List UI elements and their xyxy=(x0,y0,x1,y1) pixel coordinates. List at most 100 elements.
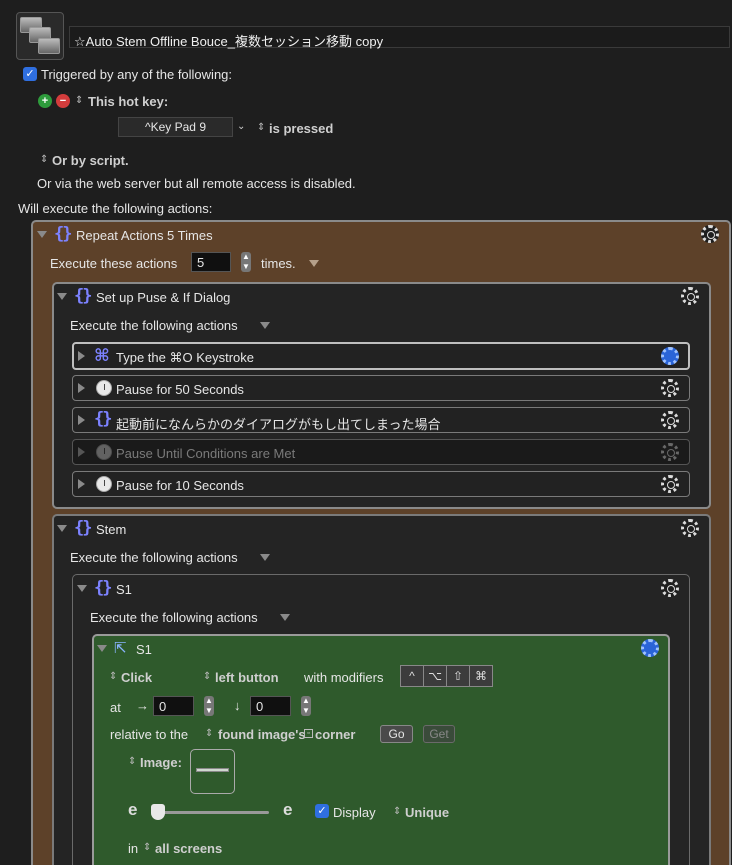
gear-icon[interactable] xyxy=(661,579,679,597)
repeat-count-field[interactable]: 5 xyxy=(191,252,231,272)
display-checkbox[interactable]: ✓ xyxy=(315,804,329,818)
popup-arrow-icon[interactable] xyxy=(280,614,290,621)
screens-stepper-icon[interactable]: ⇕ xyxy=(143,842,151,853)
item-label: Type the ⌘O Keystroke xyxy=(116,350,255,365)
button-stepper-icon[interactable]: ⇕ xyxy=(203,671,211,682)
fuzz-slider-track[interactable] xyxy=(152,811,269,814)
hotkey-state[interactable]: is pressed xyxy=(269,121,333,136)
disclosure-triangle-icon[interactable] xyxy=(78,479,85,489)
macro-name-field[interactable]: ☆Auto Stem Offline Bouce_複数セッション移動 copy xyxy=(69,26,730,49)
item-label: Pause for 50 Seconds xyxy=(116,382,244,397)
braces-icon: {} xyxy=(74,286,93,306)
remove-trigger-icon[interactable]: − xyxy=(56,94,70,108)
arrow-right-icon: → xyxy=(136,698,149,713)
at-label: at xyxy=(110,700,121,715)
script-stepper-icon[interactable]: ⇕ xyxy=(40,154,48,165)
trigger-type-stepper-icon[interactable]: ⇕ xyxy=(75,95,83,106)
disclosure-triangle-icon[interactable] xyxy=(77,585,87,592)
get-button[interactable]: Get xyxy=(423,725,455,743)
triggers-header: Triggered by any of the following: xyxy=(41,67,233,82)
go-button[interactable]: Go xyxy=(380,725,413,743)
count-stepper[interactable]: ▲ ▼ xyxy=(241,252,251,272)
key-state-stepper-icon[interactable]: ⇕ xyxy=(257,122,265,133)
disclosure-triangle-icon[interactable] xyxy=(57,525,67,532)
item-label: Pause Until Conditions are Met xyxy=(116,446,296,461)
unique-select[interactable]: Unique xyxy=(405,805,449,820)
option-modifier-button[interactable]: ⌥ xyxy=(424,666,447,686)
click-action-title: S1 xyxy=(136,642,152,657)
popup-arrow-icon[interactable] xyxy=(260,322,270,329)
disclosure-triangle-icon[interactable] xyxy=(78,447,85,457)
cursor-click-icon: ⇱ xyxy=(114,640,127,657)
disclosure-triangle-icon[interactable] xyxy=(78,415,85,425)
disclosure-triangle-icon[interactable] xyxy=(57,293,67,300)
disclosure-triangle-icon[interactable] xyxy=(37,231,47,238)
command-modifier-button[interactable]: ⌘ xyxy=(470,666,492,686)
gear-icon[interactable] xyxy=(661,411,679,429)
setup-group-title: Set up Puse & If Dialog xyxy=(96,290,231,305)
chevron-down-icon[interactable]: ⌄ xyxy=(237,121,245,132)
click-action[interactable] xyxy=(92,634,670,865)
hotkey-field[interactable]: ^Key Pad 9 xyxy=(118,117,233,137)
gear-icon[interactable] xyxy=(661,379,679,397)
arrow-down-icon: ↓ xyxy=(234,698,241,713)
macro-icon[interactable] xyxy=(16,12,64,60)
actions-header: Will execute the following actions: xyxy=(18,201,213,216)
corner-label: corner xyxy=(315,727,356,742)
repeat-title: Repeat Actions 5 Times xyxy=(76,228,213,243)
fuzz-slider-thumb[interactable] xyxy=(151,804,165,820)
disclosure-triangle-icon[interactable] xyxy=(78,383,85,393)
relative-select[interactable]: found image's xyxy=(218,727,306,742)
gear-icon[interactable] xyxy=(701,225,719,243)
times-label: times. xyxy=(261,256,296,271)
add-trigger-icon[interactable]: + xyxy=(38,94,52,108)
click-type-stepper-icon[interactable]: ⇕ xyxy=(109,671,117,682)
modifiers-label: with modifiers xyxy=(304,670,384,685)
unique-stepper-icon[interactable]: ⇕ xyxy=(393,806,401,817)
gear-icon[interactable] xyxy=(661,475,679,493)
in-label: in xyxy=(128,841,139,856)
image-well[interactable] xyxy=(190,749,235,794)
disclosure-triangle-icon[interactable] xyxy=(78,351,85,361)
braces-icon: {} xyxy=(54,224,73,244)
gear-icon[interactable] xyxy=(681,287,699,305)
popup-arrow-icon[interactable] xyxy=(309,260,319,267)
relative-label: relative to the xyxy=(110,727,189,742)
braces-icon: {} xyxy=(94,409,113,429)
s1-exec-label: Execute the following actions xyxy=(90,610,258,625)
setup-exec-label: Execute the following actions xyxy=(70,318,238,333)
braces-icon: {} xyxy=(94,578,113,598)
script-trigger-label: Or by script. xyxy=(52,153,129,168)
item-label: Pause for 10 Seconds xyxy=(116,478,244,493)
command-icon: ⌘ xyxy=(94,346,110,365)
disclosure-triangle-icon[interactable] xyxy=(97,645,107,652)
modifier-keys[interactable]: ^ ⌥ ⇧ ⌘ xyxy=(400,665,493,687)
braces-icon: {} xyxy=(74,518,93,538)
x-stepper[interactable]: ▲ ▼ xyxy=(204,696,214,716)
triggered-checkbox[interactable]: ✓ xyxy=(23,67,37,81)
gear-icon[interactable] xyxy=(661,347,679,365)
gear-icon[interactable] xyxy=(641,639,659,657)
y-stepper[interactable]: ▲ ▼ xyxy=(301,696,311,716)
relative-stepper-icon[interactable]: ⇕ xyxy=(205,728,213,739)
clock-icon xyxy=(96,444,112,460)
fuzzy-right-label: e xyxy=(283,800,293,819)
mouse-button-select[interactable]: left button xyxy=(215,670,279,685)
shift-modifier-button[interactable]: ⇧ xyxy=(447,666,470,686)
clock-icon xyxy=(96,476,112,492)
gear-icon[interactable] xyxy=(661,443,679,461)
image-label[interactable]: Image: xyxy=(140,755,182,770)
y-coordinate-field[interactable]: 0 xyxy=(250,696,291,716)
popup-arrow-icon[interactable] xyxy=(260,554,270,561)
repeat-exec-label: Execute these actions xyxy=(50,256,178,271)
web-server-note: Or via the web server but all remote acc… xyxy=(37,176,356,191)
screens-select[interactable]: all screens xyxy=(155,841,222,856)
image-stepper-icon[interactable]: ⇕ xyxy=(128,756,136,767)
stem-title: Stem xyxy=(96,522,127,537)
stem-exec-label: Execute the following actions xyxy=(70,550,238,565)
click-type-select[interactable]: Click xyxy=(121,670,152,685)
x-coordinate-field[interactable]: 0 xyxy=(153,696,194,716)
control-modifier-button[interactable]: ^ xyxy=(401,666,424,686)
display-label: Display xyxy=(333,805,376,820)
gear-icon[interactable] xyxy=(681,519,699,537)
